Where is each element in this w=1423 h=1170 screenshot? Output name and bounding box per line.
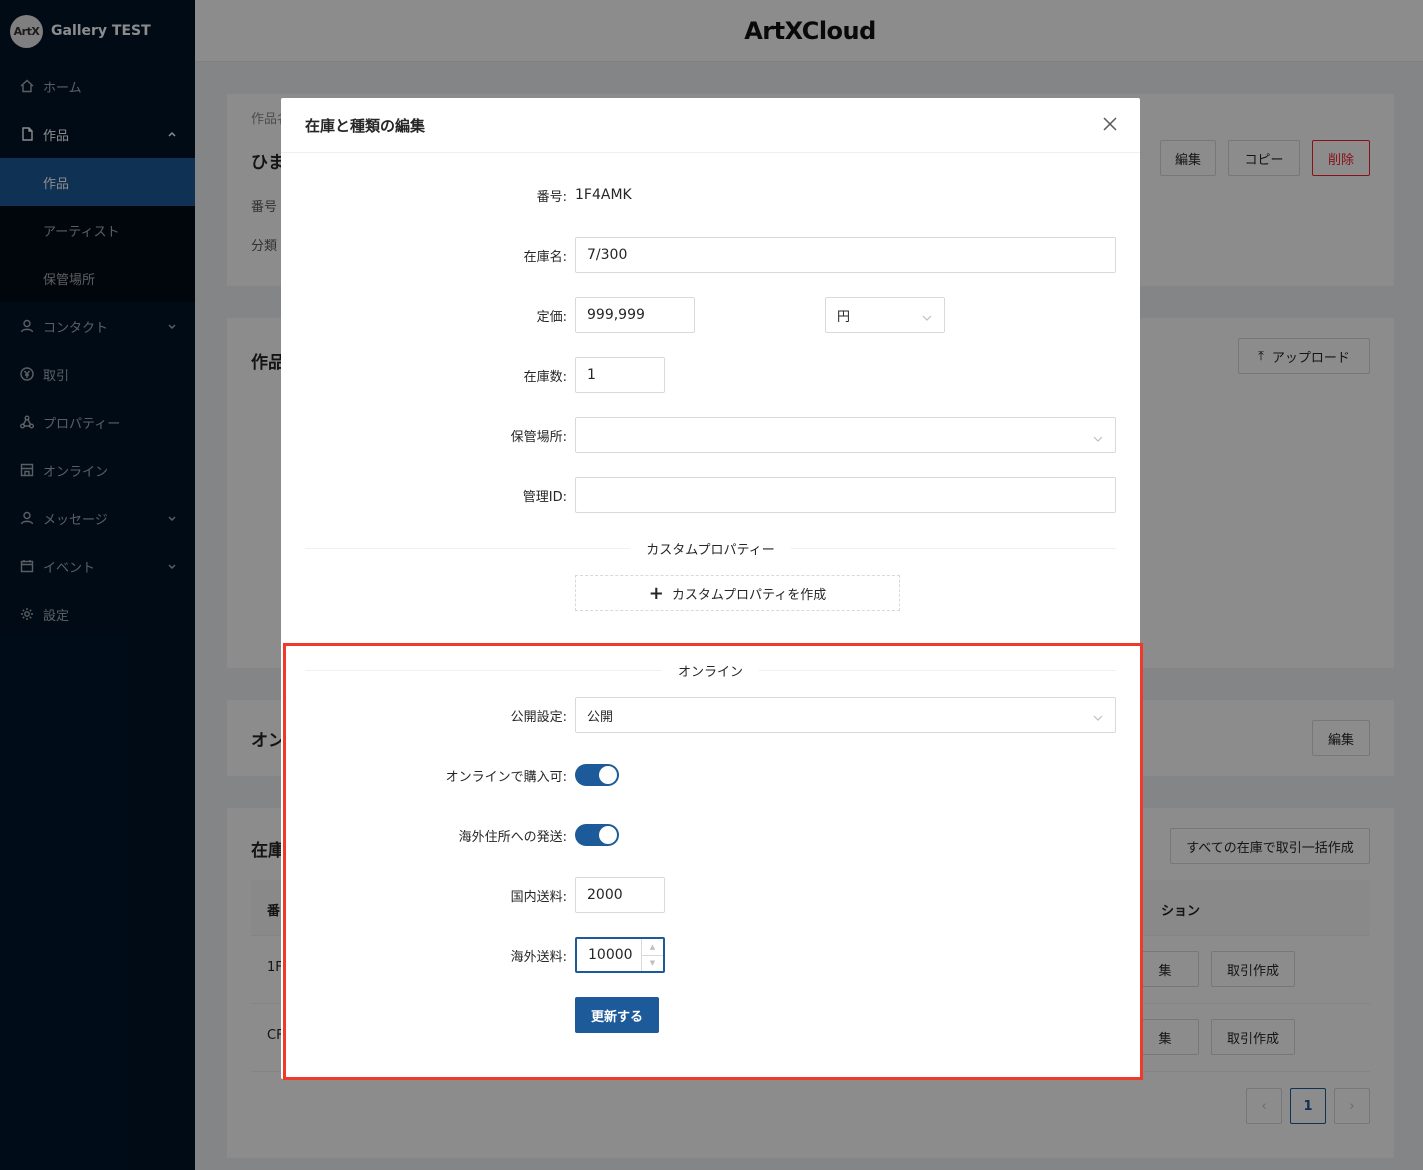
storage-select[interactable] bbox=[575, 417, 1116, 453]
visibility-select[interactable]: 公開 bbox=[575, 697, 1116, 733]
storage-row: 保管場所: bbox=[281, 417, 1140, 453]
custom-property-divider: カスタムプロパティー bbox=[305, 538, 1117, 558]
stock-name-row: 在庫名: 7/300 bbox=[281, 237, 1140, 273]
manage-id-input[interactable] bbox=[575, 477, 1116, 513]
overseas-shipping-toggle[interactable] bbox=[575, 824, 619, 846]
number-value: 1F4AMK bbox=[575, 187, 632, 203]
overseas-fee-input[interactable]: 10000 ▲ ▼ bbox=[575, 937, 665, 973]
number-stepper: ▲ ▼ bbox=[641, 939, 663, 971]
price-input[interactable]: 999,999 bbox=[575, 297, 695, 333]
currency-value: 円 bbox=[837, 309, 851, 325]
overseas-shipping-row: 海外住所への発送: bbox=[281, 817, 1140, 853]
submit-button[interactable]: 更新する bbox=[575, 997, 659, 1033]
number-row: 番号: 1F4AMK bbox=[281, 177, 1140, 213]
manage-id-label: 管理ID: bbox=[522, 489, 567, 505]
quantity-row: 在庫数: 1 bbox=[281, 357, 1140, 393]
price-label: 定価: bbox=[536, 309, 567, 325]
storage-label: 保管場所: bbox=[510, 429, 567, 445]
price-row: 定価: 999,999 円 bbox=[281, 297, 1140, 333]
purchasable-row: オンラインで購入可: bbox=[281, 757, 1140, 793]
visibility-label: 公開設定: bbox=[510, 709, 567, 725]
currency-select[interactable]: 円 bbox=[825, 297, 945, 333]
close-icon[interactable] bbox=[1102, 116, 1120, 134]
custom-property-section-title: カスタムプロパティー bbox=[646, 542, 775, 558]
purchasable-toggle[interactable] bbox=[575, 764, 619, 786]
overseas-fee-value: 10000 bbox=[588, 947, 633, 963]
chevron-down-icon bbox=[922, 311, 932, 321]
purchasable-label: オンラインで購入可: bbox=[445, 769, 567, 785]
quantity-label: 在庫数: bbox=[523, 369, 567, 385]
create-custom-property-label: カスタムプロパティを作成 bbox=[671, 587, 827, 603]
visibility-row: 公開設定: 公開 bbox=[281, 697, 1140, 733]
modal-title: 在庫と種類の編集 bbox=[281, 98, 1140, 153]
online-section-title: オンライン bbox=[678, 664, 744, 680]
overseas-fee-label: 海外送料: bbox=[510, 949, 567, 965]
edit-stock-modal: 在庫と種類の編集 番号: 1F4AMK 在庫名: 7/300 定価: 999,9… bbox=[281, 98, 1140, 1079]
stock-name-input[interactable]: 7/300 bbox=[575, 237, 1116, 273]
overseas-fee-row: 海外送料: 10000 ▲ ▼ bbox=[281, 937, 1140, 973]
stepper-up-icon[interactable]: ▲ bbox=[642, 939, 663, 956]
domestic-fee-label: 国内送料: bbox=[510, 889, 567, 905]
stock-name-label: 在庫名: bbox=[523, 249, 567, 265]
create-custom-property-button[interactable]: + カスタムプロパティを作成 bbox=[575, 575, 900, 611]
stepper-down-icon[interactable]: ▼ bbox=[642, 956, 663, 972]
domestic-fee-row: 国内送料: 2000 bbox=[281, 877, 1140, 913]
toggle-knob bbox=[599, 826, 617, 844]
online-divider: オンライン bbox=[305, 660, 1117, 680]
chevron-down-icon bbox=[1093, 431, 1103, 442]
quantity-input[interactable]: 1 bbox=[575, 357, 665, 393]
number-label: 番号: bbox=[536, 189, 567, 205]
chevron-down-icon bbox=[1093, 711, 1103, 721]
domestic-fee-input[interactable]: 2000 bbox=[575, 877, 665, 913]
plus-icon: + bbox=[648, 582, 664, 604]
manage-id-row: 管理ID: bbox=[281, 477, 1140, 513]
overseas-shipping-label: 海外住所への発送: bbox=[458, 829, 567, 845]
visibility-value: 公開 bbox=[587, 709, 614, 725]
toggle-knob bbox=[599, 766, 617, 784]
